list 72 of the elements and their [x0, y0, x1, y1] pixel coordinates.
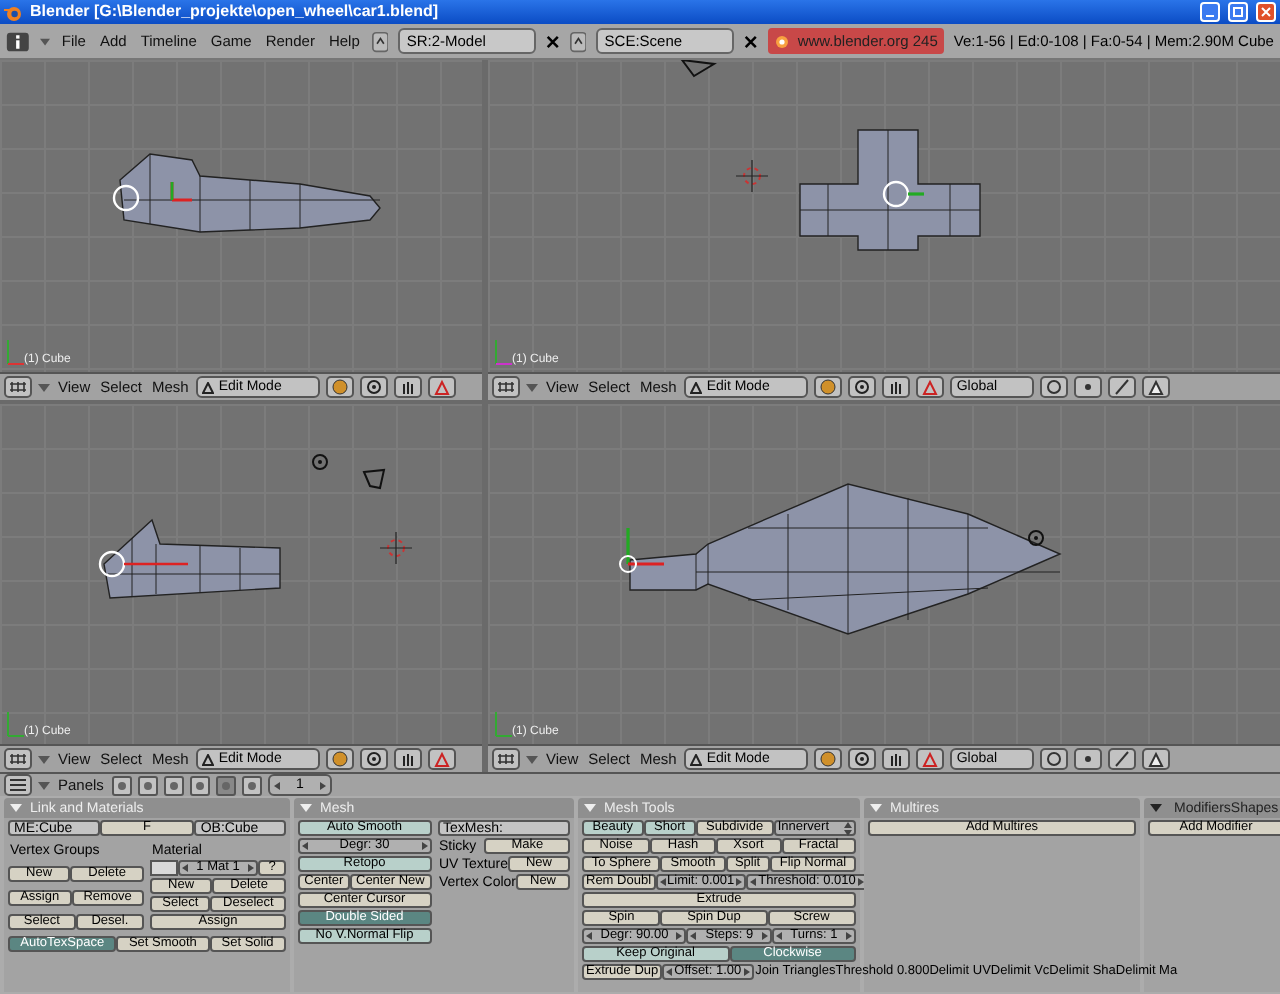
camera-icon: [679, 60, 717, 78]
left-arrow-icon[interactable]: [775, 932, 782, 940]
info-icon[interactable]: [6, 29, 30, 53]
mesh-triangle-icon: [690, 381, 703, 393]
axes-icon: [495, 339, 513, 365]
face-select-icon[interactable]: [1142, 376, 1171, 398]
left-arrow-icon[interactable]: [586, 932, 592, 940]
collapse-arrow-icon[interactable]: [526, 755, 538, 763]
3d-cursor-icon: [379, 531, 413, 565]
left-arrow-icon[interactable]: [659, 878, 666, 886]
mesh-triangle-icon: [202, 381, 215, 393]
mesh-triangle-icon: [202, 753, 215, 765]
left-arrow-icon[interactable]: [302, 842, 308, 850]
up-down-arrow-icon: [844, 821, 853, 835]
transform-arrows-icon: [619, 528, 664, 573]
edge-select-icon[interactable]: [1108, 748, 1137, 770]
browse-icon[interactable]: [569, 29, 587, 53]
transform-arrows-icon: [170, 180, 194, 202]
edge-select-icon[interactable]: [1108, 376, 1137, 398]
collapse-arrow-icon[interactable]: [38, 383, 50, 391]
vertex-select-icon[interactable]: [1074, 376, 1103, 398]
grid-icon[interactable]: [4, 376, 32, 398]
right-arrow-icon[interactable]: [743, 968, 750, 976]
collapse-arrow-icon[interactable]: [526, 383, 538, 391]
minimize-icon[interactable]: [1200, 2, 1220, 22]
manipulator-icon[interactable]: [916, 748, 945, 770]
layer-icon[interactable]: [1040, 376, 1069, 398]
grid-icon[interactable]: [492, 376, 520, 398]
collapse-arrow-icon[interactable]: [39, 37, 50, 45]
window-title: Blender [G:\Blender_projekte\open_wheel\car1.blend]: [30, 4, 441, 20]
manipulator-icon[interactable]: [916, 376, 945, 398]
material-swatch[interactable]: [150, 860, 178, 876]
delete-icon[interactable]: [744, 33, 758, 49]
left-arrow-icon[interactable]: [666, 968, 673, 976]
blender-logo-icon: [4, 3, 22, 21]
collapse-arrow-icon[interactable]: [38, 755, 50, 763]
pivot-icon[interactable]: [360, 376, 389, 398]
grid-icon[interactable]: [4, 748, 32, 770]
selection-circle-icon: [112, 184, 140, 212]
selection-circle-icon: [882, 180, 910, 208]
delete-icon[interactable]: [546, 33, 560, 49]
lamp-icon: [312, 454, 328, 470]
axes-icon: [7, 339, 25, 365]
list-icon[interactable]: [4, 774, 32, 796]
pivot-icon[interactable]: [848, 376, 877, 398]
pivot-icon[interactable]: [848, 748, 877, 770]
selection-circle-icon: [98, 550, 126, 578]
left-arrow-icon[interactable]: [273, 781, 280, 789]
close-icon[interactable]: [1256, 2, 1276, 22]
left-arrow-icon[interactable]: [182, 864, 188, 872]
vertex-select-icon[interactable]: [1074, 748, 1103, 770]
right-arrow-icon[interactable]: [319, 781, 326, 789]
3d-cursor-icon: [735, 159, 769, 193]
grid-icon[interactable]: [492, 748, 520, 770]
pivot-icon[interactable]: [360, 748, 389, 770]
collapse-arrow-icon[interactable]: [38, 781, 50, 789]
left-arrow-icon[interactable]: [750, 878, 757, 886]
right-arrow-icon[interactable]: [845, 932, 852, 940]
maximize-icon[interactable]: [1228, 2, 1248, 22]
face-select-icon[interactable]: [1142, 748, 1171, 770]
lamp-icon: [1028, 530, 1044, 546]
mesh-triangle-icon: [690, 753, 703, 765]
layer-icon[interactable]: [1040, 748, 1069, 770]
manipulator-icon[interactable]: [428, 376, 457, 398]
blender-logo-icon: [773, 33, 790, 49]
axes-icon: [7, 711, 25, 737]
manipulator-icon[interactable]: [428, 748, 457, 770]
left-arrow-icon[interactable]: [690, 932, 697, 940]
browse-icon[interactable]: [371, 29, 389, 53]
right-arrow-icon[interactable]: [421, 842, 427, 850]
axes-icon: [495, 711, 513, 737]
camera-icon: [362, 468, 386, 490]
